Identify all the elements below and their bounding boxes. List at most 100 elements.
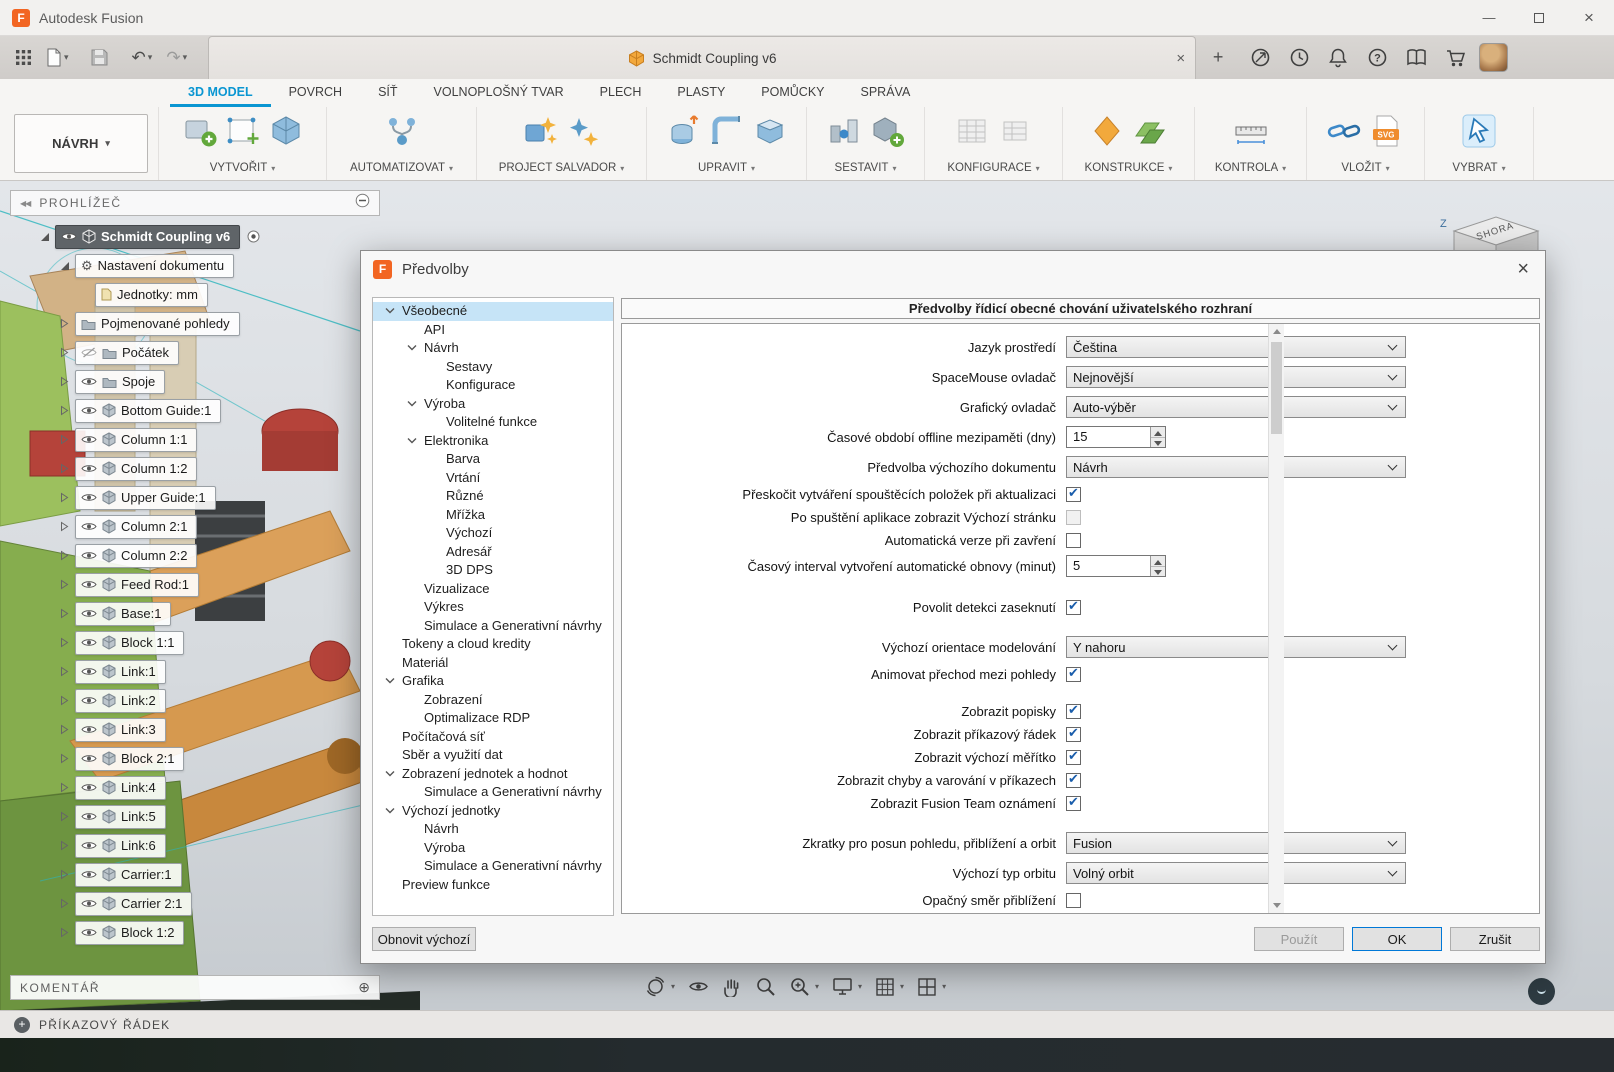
collapse-panel-icon[interactable]: ◀◀ <box>20 199 30 208</box>
pref-tree-item-sber-a-vyuziti-dat[interactable]: Sběr a využití dat <box>373 746 613 765</box>
new-component-icon[interactable] <box>181 112 219 150</box>
browser-node[interactable]: Spoje <box>75 370 165 394</box>
browser-node[interactable]: Column 2:1 <box>75 515 197 539</box>
spinner-casovy-interval-vytvoreni-automaticke-obnovy-minut[interactable]: 5 <box>1066 555 1166 577</box>
browser-node[interactable]: Link:3 <box>75 718 166 742</box>
checkbox-animovat-prechod-mezi-pohledy[interactable] <box>1066 667 1081 682</box>
help-icon[interactable]: ? <box>1362 43 1392 73</box>
spinner-casove-obdobi-offline-mezipameti-dny[interactable]: 15 <box>1066 426 1166 448</box>
grid-settings-icon[interactable]: ▾ <box>875 977 904 997</box>
eye-icon[interactable] <box>81 811 97 822</box>
browser-item[interactable]: Feed Rod:1 <box>10 570 380 599</box>
undo-icon[interactable]: ↶▾ <box>125 42 160 74</box>
pref-tree-item-vizualizace[interactable]: Vizualizace <box>373 580 613 599</box>
scrollbar-thumb[interactable] <box>1271 342 1282 434</box>
browser-node[interactable]: Carrier:1 <box>75 863 182 887</box>
checkbox-opacny-smer-priblizeni[interactable] <box>1066 893 1081 908</box>
browser-item[interactable]: Jednotky: mm <box>10 280 380 309</box>
profile-avatar[interactable] <box>1479 43 1508 72</box>
browser-item[interactable]: Schmidt Coupling v6 <box>10 222 380 251</box>
expand-arrow-icon[interactable] <box>60 347 75 358</box>
browser-node[interactable]: Upper Guide:1 <box>75 486 216 510</box>
eye-icon[interactable] <box>81 637 97 648</box>
eye-icon[interactable] <box>81 376 97 387</box>
browser-item[interactable]: Column 2:1 <box>10 512 380 541</box>
construction-plane-icon[interactable] <box>1088 112 1126 150</box>
spin-down-icon[interactable] <box>1151 438 1165 448</box>
viewports-icon[interactable]: ▾ <box>917 977 946 997</box>
pref-tree-item-vseobecne[interactable]: Všeobecné <box>373 302 613 321</box>
pref-tree-item-mrizka[interactable]: Mřížka <box>373 506 613 525</box>
browser-item[interactable]: Link:3 <box>10 715 380 744</box>
expand-arrow-icon[interactable] <box>60 869 75 880</box>
expand-arrow-icon[interactable] <box>60 724 75 735</box>
eye-icon[interactable] <box>81 898 97 909</box>
browser-item[interactable]: Link:5 <box>10 802 380 831</box>
chevron-down-icon[interactable] <box>381 807 399 815</box>
pref-tree-item-simulace-a-generativni-navrhy[interactable]: Simulace a Generativní návrhy <box>373 857 613 876</box>
select-predvolba-vychoziho-dokumentu[interactable]: Návrh <box>1066 456 1406 478</box>
select-vychozi-typ-orbitu[interactable]: Volný orbit <box>1066 862 1406 884</box>
activate-component-radio[interactable] <box>247 230 260 243</box>
expand-arrow-icon[interactable] <box>60 521 75 532</box>
browser-item[interactable]: Link:4 <box>10 773 380 802</box>
chevron-down-icon[interactable] <box>381 677 399 685</box>
collapse-arrow-icon[interactable] <box>60 261 75 271</box>
chevron-down-icon[interactable] <box>403 344 421 352</box>
browser-header[interactable]: ◀◀ PROHLÍŽEČ <box>10 190 380 216</box>
joint-icon[interactable] <box>825 112 863 150</box>
configuration-icon[interactable] <box>996 112 1034 150</box>
eye-icon[interactable] <box>81 753 97 764</box>
checkbox-preskocit-vytvareni-spoustecich-polozek-pri-aktualizaci[interactable] <box>1066 487 1081 502</box>
learning-panel-icon[interactable] <box>1401 43 1431 73</box>
browser-node[interactable]: Schmidt Coupling v6 <box>55 225 240 249</box>
tab-3d-model[interactable]: 3D MODEL <box>170 79 271 107</box>
browser-node[interactable]: Block 2:1 <box>75 747 184 771</box>
expand-arrow-icon[interactable] <box>60 405 75 416</box>
offset-plane-icon[interactable] <box>1131 112 1169 150</box>
pref-tree-item-3d-dps[interactable]: 3D DPS <box>373 561 613 580</box>
browser-item[interactable]: Block 2:1 <box>10 744 380 773</box>
browser-item[interactable]: Pojmenované pohledy <box>10 309 380 338</box>
browser-item[interactable]: Column 2:2 <box>10 541 380 570</box>
expand-arrow-icon[interactable] <box>60 637 75 648</box>
pref-tree-item-vychozi[interactable]: Výchozí <box>373 524 613 543</box>
expand-arrow-icon[interactable] <box>60 463 75 474</box>
pref-tree-item-material[interactable]: Materiál <box>373 654 613 673</box>
pref-tree-item-vyroba[interactable]: Výroba <box>373 839 613 858</box>
job-status-icon[interactable] <box>1284 43 1314 73</box>
tab-sprava[interactable]: SPRÁVA <box>843 79 929 107</box>
browser-item[interactable]: Upper Guide:1 <box>10 483 380 512</box>
insert-link-icon[interactable] <box>1325 112 1363 150</box>
browser-node[interactable]: Počátek <box>75 341 179 365</box>
assistant-button[interactable] <box>1528 978 1555 1005</box>
expand-arrow-icon[interactable] <box>60 927 75 938</box>
expand-arrow-icon[interactable] <box>60 579 75 590</box>
pref-tree-item-simulace-a-generativni-navrhy[interactable]: Simulace a Generativní návrhy <box>373 617 613 636</box>
browser-item[interactable]: Link:2 <box>10 686 380 715</box>
chevron-down-icon[interactable] <box>381 307 399 315</box>
browser-node[interactable]: Column 1:2 <box>75 457 197 481</box>
minimize-button[interactable]: — <box>1464 0 1514 36</box>
pan-icon[interactable] <box>722 976 742 997</box>
pref-tree-item-zobrazeni-jednotek-a-hodnot[interactable]: Zobrazení jednotek a hodnot <box>373 765 613 784</box>
pref-tree-item-grafika[interactable]: Grafika <box>373 672 613 691</box>
restore-defaults-button[interactable]: Obnovit výchozí <box>372 927 476 951</box>
eye-icon[interactable] <box>81 666 97 677</box>
collapse-arrow-icon[interactable] <box>40 232 55 242</box>
select-spacemouse-ovladac[interactable]: Nejnovější <box>1066 366 1406 388</box>
chevron-down-icon[interactable] <box>381 770 399 778</box>
select-vychozi-orientace-modelovani[interactable]: Y nahoru <box>1066 636 1406 658</box>
pref-tree-item-vrtani[interactable]: Vrtání <box>373 469 613 488</box>
checkbox-zobrazit-popisky[interactable] <box>1066 704 1081 719</box>
select-zkratky-pro-posun-pohledu-priblizeni-a-orbit[interactable]: Fusion <box>1066 832 1406 854</box>
pref-tree-item-pocitacova-sit[interactable]: Počítačová síť <box>373 728 613 747</box>
browser-item[interactable]: ⚙Nastavení dokumentu <box>10 251 380 280</box>
browser-node[interactable]: Block 1:2 <box>75 921 184 945</box>
browser-node[interactable]: Link:2 <box>75 689 166 713</box>
tab-pomucky[interactable]: POMŮCKY <box>743 79 842 107</box>
select-jazyk-prostredi[interactable]: Čeština <box>1066 336 1406 358</box>
browser-node[interactable]: Column 1:1 <box>75 428 197 452</box>
new-document-tab-button[interactable]: + <box>1205 45 1231 71</box>
pref-tree-item-ruzne[interactable]: Různé <box>373 487 613 506</box>
